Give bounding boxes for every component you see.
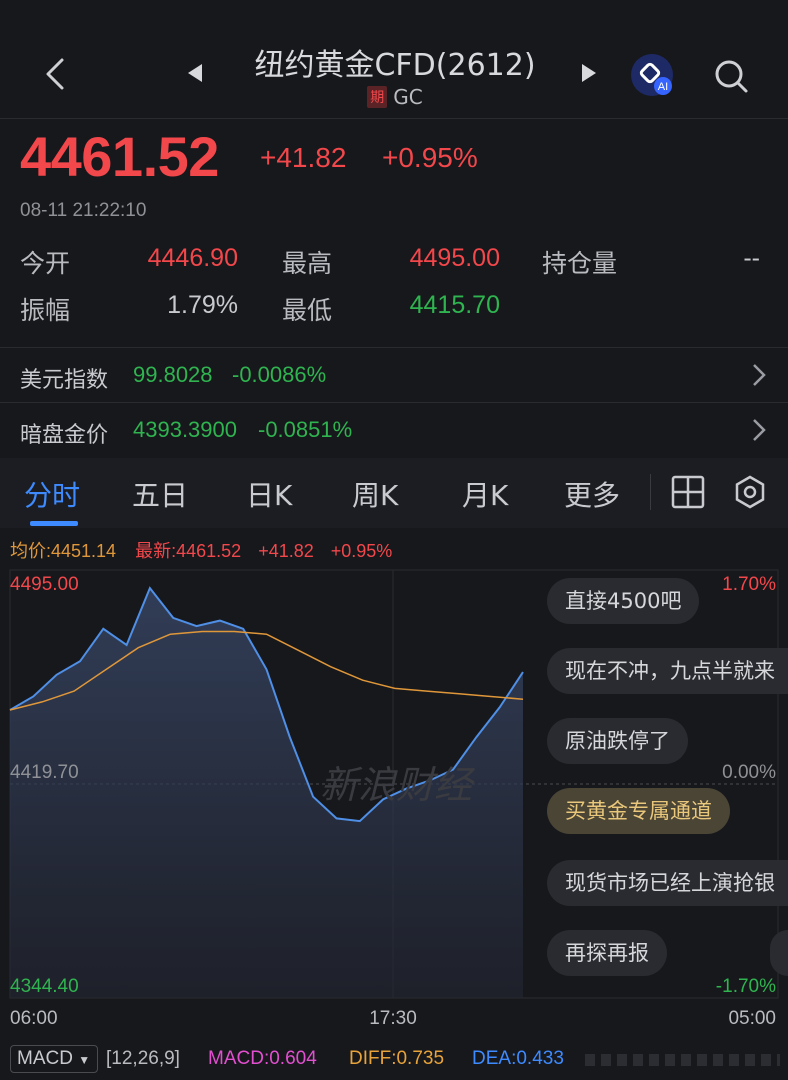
amplitude-label: 振幅 — [20, 296, 71, 325]
dark-gold-row[interactable]: 暗盘金价 4393.3900 -0.0851% — [0, 403, 788, 457]
diff-value: DIFF:0.735 — [349, 1048, 445, 1069]
search-icon[interactable] — [712, 57, 750, 95]
settings-icon[interactable] — [733, 475, 767, 509]
tab-monthly-k[interactable]: 月K — [462, 474, 508, 514]
open-label: 今开 — [20, 249, 71, 278]
amplitude-value: 1.79% — [167, 291, 238, 319]
open-value: 4446.90 — [147, 244, 238, 272]
tab-more[interactable]: 更多 — [564, 474, 630, 514]
comment-bubble[interactable]: 现货市场已经上演抢银 — [547, 860, 788, 906]
grid-layout-icon[interactable] — [671, 475, 705, 509]
indicator-name: MACD — [17, 1048, 73, 1069]
ai-icon: AI — [631, 54, 673, 96]
latest-change-legend: +41.82 — [258, 541, 314, 561]
chart-tabs: 分时 五日 日K 周K 月K 更多 — [0, 458, 788, 528]
next-instrument-icon[interactable] — [580, 62, 598, 84]
dark-gold-label: 暗盘金价 — [20, 423, 109, 448]
tab-five-day[interactable]: 五日 — [132, 474, 188, 514]
x-axis-start-label: 06:00 — [10, 1008, 58, 1029]
tab-weekly-k[interactable]: 周K — [352, 474, 398, 514]
ai-assistant-button[interactable]: AI — [630, 53, 674, 97]
watermark: 新浪财经 — [320, 763, 476, 807]
latest-change-pct-legend: +0.95% — [330, 541, 393, 561]
quote-timestamp: 08-11 21:22:10 — [20, 200, 147, 221]
tab-intraday[interactable]: 分时 — [24, 474, 80, 514]
x-axis-mid-label: 17:30 — [369, 1008, 417, 1029]
dea-value: DEA:0.433 — [472, 1048, 564, 1069]
dark-gold-change: -0.0851% — [258, 417, 353, 442]
instrument-code: 期 GC — [220, 85, 570, 109]
low-label: 最低 — [282, 296, 333, 325]
indicator-selector[interactable]: MACD ▼ — [10, 1045, 98, 1073]
chevron-right-icon — [753, 364, 766, 386]
page-title: 纽约黄金CFD(2612) — [254, 48, 536, 83]
y-axis-bottom-label: 4344.40 — [10, 976, 79, 997]
dropdown-caret-icon: ▼ — [78, 1053, 91, 1067]
y-axis-top-label: 4495.00 — [10, 574, 79, 595]
comment-bubble[interactable]: 现在不冲，九点半就来 — [547, 648, 788, 694]
divider — [650, 474, 651, 510]
futures-badge: 期 — [367, 86, 388, 108]
usd-index-value: 99.8028 — [133, 362, 213, 387]
usd-index-row[interactable]: 美元指数 99.8028 -0.0086% — [0, 348, 788, 402]
low-value: 4415.70 — [409, 291, 500, 319]
gold-channel-bubble[interactable]: 买黄金专属通道 — [547, 788, 730, 834]
y-axis-mid-label: 4419.70 — [10, 762, 79, 783]
avg-price-legend: 均价:4451.14 — [10, 541, 117, 561]
comment-bubble[interactable]: 直接4500吧 — [547, 578, 700, 624]
chevron-right-icon — [753, 419, 766, 441]
price-change: +41.82 — [260, 142, 347, 173]
top-bar: 纽约黄金CFD(2612) 期 GC AI — [0, 0, 788, 118]
svg-text:AI: AI — [658, 81, 668, 93]
prev-instrument-icon[interactable] — [186, 62, 204, 84]
last-price: 4461.52 — [20, 125, 219, 188]
pct-axis-bottom-label: -1.70% — [716, 976, 776, 997]
usd-index-label: 美元指数 — [20, 368, 109, 393]
high-label: 最高 — [282, 249, 333, 278]
high-value: 4495.00 — [409, 244, 500, 272]
scrolling-ticker-fade — [585, 1054, 780, 1066]
back-icon[interactable] — [40, 52, 72, 96]
comment-bubble[interactable]: 再探再报 — [547, 930, 667, 976]
macd-value: MACD:0.604 — [208, 1048, 317, 1069]
pct-axis-top-label: 1.70% — [722, 574, 776, 595]
code-label: GC — [393, 85, 423, 109]
tab-daily-k[interactable]: 日K — [246, 474, 292, 514]
divider — [0, 118, 788, 119]
x-axis-end-label: 05:00 — [728, 1008, 776, 1029]
indicator-bar: MACD ▼ [12,26,9] MACD:0.604 DIFF:0.735 D… — [0, 1040, 788, 1080]
open-interest-label: 持仓量 — [542, 249, 618, 278]
pct-axis-mid-label: 0.00% — [722, 762, 776, 783]
dark-gold-value: 4393.3900 — [133, 417, 237, 442]
open-interest-value: -- — [743, 244, 760, 272]
latest-price-legend: 最新:4461.52 — [135, 541, 242, 561]
active-tab-indicator — [30, 521, 78, 526]
comment-bubble[interactable]: 原油跌停了 — [547, 718, 688, 764]
price-change-percent: +0.95% — [382, 142, 478, 173]
macd-params: [12,26,9] — [106, 1048, 180, 1069]
usd-index-change: -0.0086% — [232, 362, 327, 387]
